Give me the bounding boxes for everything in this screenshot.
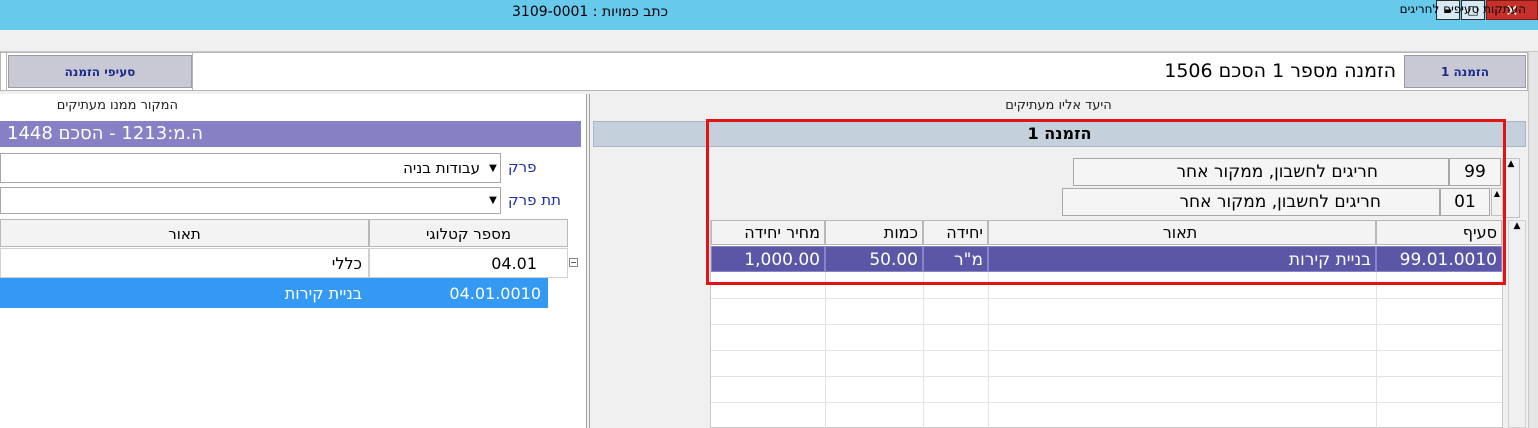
order-title: הזמנה מספר 1 הסכם 1506: [1164, 60, 1396, 82]
source-col-desc[interactable]: תאור: [0, 219, 369, 247]
source-row-catalog-selected[interactable]: 04.01.0010: [369, 278, 548, 308]
source-row-desc[interactable]: כללי: [0, 248, 369, 278]
grid-line: [923, 272, 924, 428]
highlight-box: [706, 119, 1506, 285]
toolbar-separator: [6, 53, 7, 90]
chevron-down-icon[interactable]: ▼: [486, 154, 500, 182]
source-col-catalog[interactable]: מספר קטלוגי: [369, 219, 568, 247]
perek-label: פרק: [508, 158, 537, 176]
tree-collapse-icon[interactable]: −: [569, 258, 578, 267]
grid-line: [988, 272, 989, 428]
grid-line: [711, 298, 1502, 299]
target-grid-scrollbar[interactable]: ▲: [1508, 220, 1526, 428]
tatperek-label: תת פרק: [508, 191, 561, 209]
chevron-down-icon[interactable]: ▼: [486, 188, 500, 213]
menu-bar: [0, 30, 1538, 52]
grid-line: [825, 272, 826, 428]
source-row-catalog[interactable]: 04.01: [369, 248, 568, 278]
perek-value: עבודות בניה: [403, 159, 480, 177]
menu-item-copy-to-exceptions[interactable]: העתקות סעיפים לחריגים: [1400, 2, 1526, 16]
source-row-desc-selected[interactable]: בניית קירות: [0, 278, 369, 308]
window-title: כתב כמויות : 3109-0001: [512, 4, 668, 20]
order-tab-button[interactable]: הזמנה 1: [1404, 55, 1526, 88]
source-header: ה.מ:1213 - הסכם 1448: [0, 121, 581, 147]
target-caption: היעד אליו מעתיקים: [1005, 98, 1112, 113]
grid-line: [711, 350, 1502, 351]
toolbar-separator: [192, 53, 193, 90]
perek-select[interactable]: עבודות בניה ▼: [0, 153, 501, 183]
window-scrollbar[interactable]: [1528, 52, 1538, 428]
order-items-button[interactable]: סעיפי הזמנה: [8, 55, 192, 88]
grid-line: [711, 402, 1502, 403]
grid-line: [711, 324, 1502, 325]
source-caption: המקור ממנו מעתיקים: [56, 98, 178, 113]
grid-line: [711, 376, 1502, 377]
tatperek-select[interactable]: ▼: [0, 187, 501, 214]
grid-line: [1376, 272, 1377, 428]
